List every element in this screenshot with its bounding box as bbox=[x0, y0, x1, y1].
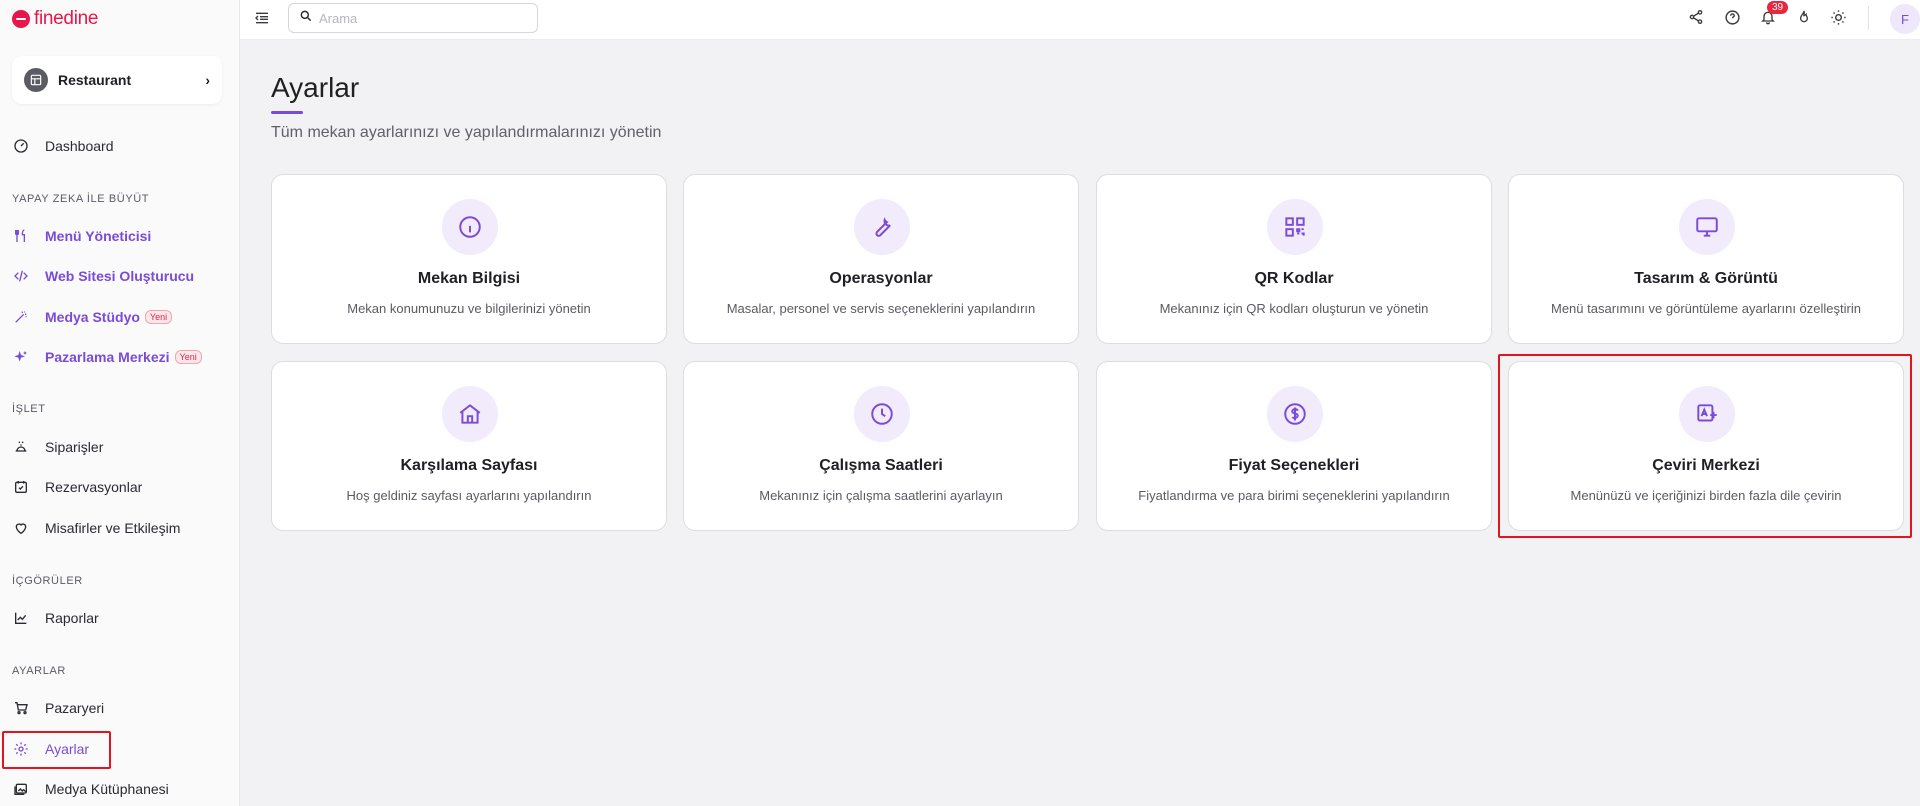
brand-name: finedine bbox=[34, 8, 99, 29]
section-label-insights: İÇGÖRÜLER bbox=[12, 575, 83, 587]
settings-card-working-hours[interactable]: Çalışma Saatleri Mekanınız için çalışma … bbox=[683, 361, 1079, 531]
sparkles-icon bbox=[12, 348, 30, 366]
sidebar-item-label: Web Sitesi Oluşturucu bbox=[45, 268, 195, 284]
section-label-ai: YAPAY ZEKA İLE BÜYÜT bbox=[12, 193, 150, 205]
card-description: Mekan konumunuzu ve bilgilerinizi yöneti… bbox=[347, 301, 591, 316]
qr-code-icon bbox=[1267, 199, 1323, 255]
sidebar-item-label: Dashboard bbox=[45, 138, 114, 154]
card-description: Fiyatlandırma ve para birimi seçenekleri… bbox=[1138, 488, 1450, 503]
notification-count: 39 bbox=[1767, 1, 1789, 14]
sidebar-item-label: Raporlar bbox=[45, 610, 99, 626]
card-title: Operasyonlar bbox=[829, 270, 933, 287]
menu-collapse-icon[interactable] bbox=[254, 10, 270, 26]
new-badge: Yeni bbox=[144, 310, 173, 324]
chevron-right-icon: › bbox=[205, 72, 210, 88]
flame-icon[interactable] bbox=[1794, 7, 1814, 27]
sidebar-item-label: Medya Stüdyo bbox=[45, 309, 140, 325]
page-title: Ayarlar bbox=[271, 72, 360, 103]
card-title: Tasarım & Görüntü bbox=[1634, 270, 1778, 287]
card-title: QR Kodlar bbox=[1254, 270, 1334, 287]
info-icon bbox=[442, 199, 498, 255]
card-description: Mekanınız için QR kodları oluşturun ve y… bbox=[1159, 301, 1429, 316]
sidebar-item-website-builder[interactable]: Web Sitesi Oluşturucu bbox=[12, 263, 194, 289]
sidebar-item-label: Misafirler ve Etkileşim bbox=[45, 520, 181, 536]
sidebar-item-media-studio[interactable]: Medya Stüdyo Yeni bbox=[12, 304, 173, 330]
topbar: 39 F bbox=[240, 0, 1920, 40]
card-title: Fiyat Seçenekleri bbox=[1228, 457, 1360, 474]
images-icon bbox=[12, 780, 30, 798]
card-description: Hoş geldiniz sayfası ayarlarını yapıland… bbox=[346, 488, 592, 503]
sidebar-item-label: Pazarlama Merkezi bbox=[45, 349, 170, 365]
sidebar-item-menu-manager[interactable]: Menü Yöneticisi bbox=[12, 223, 151, 249]
wrench-icon bbox=[854, 199, 910, 255]
avatar[interactable]: F bbox=[1890, 4, 1920, 34]
sidebar-item-media-library[interactable]: Medya Kütüphanesi bbox=[12, 776, 169, 802]
sidebar-item-label: Pazaryeri bbox=[45, 700, 105, 716]
settings-card-qr-codes[interactable]: QR Kodlar Mekanınız için QR kodları oluş… bbox=[1096, 174, 1492, 344]
topbar-divider bbox=[1868, 6, 1869, 30]
dollar-icon bbox=[1267, 386, 1323, 442]
venue-name: Restaurant bbox=[58, 72, 132, 88]
help-icon[interactable] bbox=[1722, 7, 1742, 27]
search-input[interactable] bbox=[319, 10, 519, 26]
notification-button[interactable]: 39 bbox=[1758, 1, 1789, 27]
heart-icon bbox=[12, 519, 30, 537]
title-underline bbox=[271, 111, 303, 114]
fork-knife-icon bbox=[12, 227, 30, 245]
venue-selector[interactable]: Restaurant › bbox=[12, 56, 222, 104]
card-description: Masalar, personel ve servis seçeneklerin… bbox=[726, 301, 1036, 316]
sidebar: finedine Restaurant › Dashboard YAPAY ZE… bbox=[0, 0, 240, 806]
sidebar-item-guests[interactable]: Misafirler ve Etkileşim bbox=[12, 515, 180, 541]
sidebar-item-label: Menü Yöneticisi bbox=[45, 228, 152, 244]
sidebar-item-orders[interactable]: Siparişler bbox=[12, 434, 103, 460]
section-label-settings: AYARLAR bbox=[12, 665, 66, 677]
sidebar-item-label: Siparişler bbox=[45, 439, 104, 455]
card-title: Çalışma Saatleri bbox=[819, 457, 943, 474]
share-icon[interactable] bbox=[1686, 7, 1706, 27]
page-subtitle: Tüm mekan ayarlarınızı ve yapılandırmala… bbox=[271, 124, 662, 141]
line-chart-icon bbox=[12, 609, 30, 627]
brand-logo[interactable]: finedine bbox=[12, 8, 98, 30]
store-icon bbox=[24, 68, 48, 92]
sidebar-item-label: Medya Kütüphanesi bbox=[45, 781, 169, 797]
settings-card-design-display[interactable]: Tasarım & Görüntü Menü tasarımını ve gör… bbox=[1508, 174, 1904, 344]
cart-icon bbox=[12, 699, 30, 717]
code-icon bbox=[12, 267, 30, 285]
sun-icon[interactable] bbox=[1828, 7, 1848, 27]
highlight-box bbox=[2, 731, 111, 769]
settings-card-welcome-page[interactable]: Karşılama Sayfası Hoş geldiniz sayfası a… bbox=[271, 361, 667, 531]
card-description: Mekanınız için çalışma saatlerini ayarla… bbox=[759, 488, 1003, 503]
clock-icon bbox=[854, 386, 910, 442]
settings-card-venue-info[interactable]: Mekan Bilgisi Mekan konumunuzu ve bilgil… bbox=[271, 174, 667, 344]
card-title: Mekan Bilgisi bbox=[417, 270, 521, 287]
home-icon bbox=[442, 386, 498, 442]
sidebar-item-label: Rezervasyonlar bbox=[45, 479, 143, 495]
search-box[interactable] bbox=[288, 3, 538, 33]
sidebar-item-reservations[interactable]: Rezervasyonlar bbox=[12, 474, 142, 500]
magic-wand-icon bbox=[12, 308, 30, 326]
card-description: Menü tasarımını ve görüntüleme ayarların… bbox=[1551, 301, 1861, 316]
monitor-icon bbox=[1679, 199, 1735, 255]
sidebar-item-reports[interactable]: Raporlar bbox=[12, 605, 99, 631]
search-icon bbox=[299, 9, 313, 28]
sidebar-item-marketing-center[interactable]: Pazarlama Merkezi Yeni bbox=[12, 344, 202, 370]
sidebar-item-marketplace[interactable]: Pazaryeri bbox=[12, 695, 104, 721]
settings-card-price-options[interactable]: Fiyat Seçenekleri Fiyatlandırma ve para … bbox=[1096, 361, 1492, 531]
calendar-check-icon bbox=[12, 478, 30, 496]
brand-logo-icon bbox=[12, 10, 30, 28]
highlight-box bbox=[1498, 354, 1912, 538]
new-badge: Yeni bbox=[174, 350, 202, 364]
settings-card-operations[interactable]: Operasyonlar Masalar, personel ve servis… bbox=[683, 174, 1079, 344]
card-title: Karşılama Sayfası bbox=[400, 457, 538, 474]
bell-service-icon bbox=[12, 438, 30, 456]
gauge-icon bbox=[12, 137, 30, 155]
section-label-operate: İŞLET bbox=[12, 403, 46, 415]
sidebar-item-dashboard[interactable]: Dashboard bbox=[12, 133, 114, 159]
